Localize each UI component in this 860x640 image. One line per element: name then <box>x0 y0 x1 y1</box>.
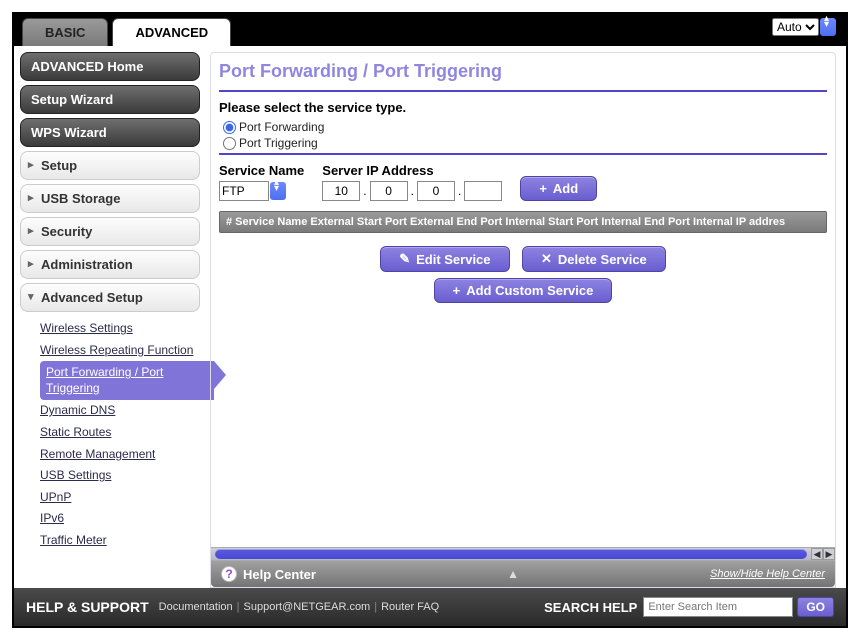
horizontal-scrollbar[interactable]: ◀ ▶ <box>211 547 835 561</box>
plus-icon: + <box>453 283 461 298</box>
sidebar-item-wireless-repeating[interactable]: Wireless Repeating Function <box>40 340 200 362</box>
forwarding-table-header: # Service Name External Start Port Exter… <box>219 211 827 233</box>
search-help-label: SEARCH HELP <box>544 600 637 615</box>
x-icon: ✕ <box>541 251 552 267</box>
divider <box>219 90 827 92</box>
page-title: Port Forwarding / Port Triggering <box>219 59 827 88</box>
server-ip-label: Server IP Address <box>322 163 502 178</box>
sidebar-group-advanced-setup[interactable]: Advanced Setup <box>20 283 200 312</box>
footer-title: HELP & SUPPORT <box>26 599 149 615</box>
sidebar-item-remote-management[interactable]: Remote Management <box>40 444 200 466</box>
footer-link-support-email[interactable]: Support@NETGEAR.com <box>240 601 375 613</box>
footer-bar: HELP & SUPPORT Documentation | Support@N… <box>14 588 846 626</box>
add-button[interactable]: + Add <box>520 176 597 201</box>
radio-port-triggering-label: Port Triggering <box>239 136 318 150</box>
help-icon: ? <box>221 566 237 582</box>
plus-icon: + <box>539 181 547 196</box>
sidebar-setup-wizard[interactable]: Setup Wizard <box>20 85 200 114</box>
tab-basic[interactable]: BASIC <box>22 18 108 46</box>
tab-advanced[interactable]: ADVANCED <box>112 18 231 46</box>
service-type-label: Please select the service type. <box>219 100 827 115</box>
service-name-label: Service Name <box>219 163 304 178</box>
sidebar-group-usb-storage[interactable]: USB Storage <box>20 184 200 213</box>
sidebar-advanced-home[interactable]: ADVANCED Home <box>20 52 200 81</box>
radio-port-forwarding-input[interactable] <box>223 121 236 134</box>
sidebar-group-administration[interactable]: Administration <box>20 250 200 279</box>
scroll-left-icon[interactable]: ◀ <box>811 548 823 560</box>
sidebar-group-setup[interactable]: Setup <box>20 151 200 180</box>
add-custom-service-label: Add Custom Service <box>466 283 593 298</box>
service-name-select[interactable]: FTP <box>219 181 269 201</box>
sidebar-group-security[interactable]: Security <box>20 217 200 246</box>
radio-port-triggering[interactable]: Port Triggering <box>219 135 827 151</box>
ip-octet-3[interactable] <box>417 181 455 201</box>
sidebar-item-port-forwarding[interactable]: Port Forwarding / Port Triggering <box>40 361 214 400</box>
sidebar-item-traffic-meter[interactable]: Traffic Meter <box>40 530 200 552</box>
footer-link-documentation[interactable]: Documentation <box>155 601 237 613</box>
pencil-icon: ✎ <box>399 251 410 267</box>
radio-port-triggering-input[interactable] <box>223 137 236 150</box>
ip-octet-1[interactable] <box>322 181 360 201</box>
search-go-button[interactable]: GO <box>797 597 834 617</box>
sidebar-item-dynamic-dns[interactable]: Dynamic DNS <box>40 400 200 422</box>
sidebar-wps-wizard[interactable]: WPS Wizard <box>20 118 200 147</box>
edit-service-button[interactable]: ✎ Edit Service <box>380 246 509 272</box>
scrollbar-thumb[interactable] <box>215 549 807 559</box>
server-ip-inputs: . . . <box>322 181 502 201</box>
footer-link-router-faq[interactable]: Router FAQ <box>377 601 443 613</box>
chevron-up-icon[interactable]: ▲ <box>507 567 519 581</box>
help-center-label: Help Center <box>243 567 316 582</box>
sidebar-advanced-setup-sublist: Wireless Settings Wireless Repeating Fun… <box>20 316 200 554</box>
add-button-label: Add <box>553 181 578 196</box>
add-custom-service-button[interactable]: + Add Custom Service <box>434 278 613 303</box>
help-center-bar[interactable]: ? Help Center ▲ Show/Hide Help Center <box>211 561 835 587</box>
sidebar-item-upnp[interactable]: UPnP <box>40 487 200 509</box>
edit-service-label: Edit Service <box>416 252 490 267</box>
delete-service-button[interactable]: ✕ Delete Service <box>522 246 666 272</box>
help-toggle-link[interactable]: Show/Hide Help Center <box>710 568 825 580</box>
dropdown-arrows-icon <box>270 182 286 200</box>
language-select[interactable]: Auto <box>772 18 836 36</box>
sidebar-item-usb-settings[interactable]: USB Settings <box>40 465 200 487</box>
scroll-right-icon[interactable]: ▶ <box>823 548 835 560</box>
ip-octet-4[interactable] <box>464 181 502 201</box>
delete-service-label: Delete Service <box>558 252 647 267</box>
sidebar: ADVANCED Home Setup Wizard WPS Wizard Se… <box>14 46 206 588</box>
sidebar-item-static-routes[interactable]: Static Routes <box>40 422 200 444</box>
language-dropdown[interactable]: Auto <box>772 18 819 36</box>
dropdown-arrows-icon <box>820 18 836 36</box>
top-tab-bar: BASIC ADVANCED Auto <box>14 14 846 46</box>
ip-octet-2[interactable] <box>370 181 408 201</box>
sidebar-item-ipv6[interactable]: IPv6 <box>40 508 200 530</box>
search-help-input[interactable] <box>643 597 793 617</box>
sidebar-item-wireless-settings[interactable]: Wireless Settings <box>40 318 200 340</box>
radio-port-forwarding[interactable]: Port Forwarding <box>219 119 827 135</box>
divider <box>219 153 827 155</box>
radio-port-forwarding-label: Port Forwarding <box>239 120 324 134</box>
